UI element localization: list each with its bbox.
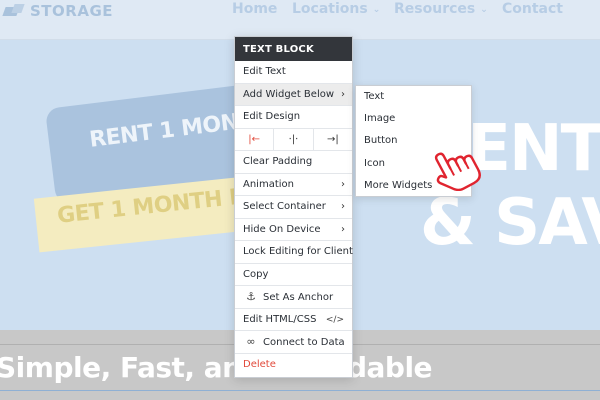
nav-link-contact[interactable]: Contact [502,1,563,17]
menu-item-clear-padding[interactable]: Clear Padding [235,151,352,174]
menu-item-edit-html-css[interactable]: Edit HTML/CSS </> [235,309,352,331]
logo-text: STORAGE [30,2,114,20]
link-icon: ∞ [246,335,256,348]
menu-item-copy[interactable]: Copy [235,264,352,286]
logo-icon [4,4,26,18]
hero-headline-line2[interactable]: & SAVE [420,186,600,260]
context-menu-title: TEXT BLOCK [235,37,352,61]
menu-item-connect-to-data[interactable]: ∞ Connect to Data [235,331,352,354]
menu-item-add-widget-below[interactable]: Add Widget Below › [235,83,352,106]
chevron-right-icon: › [341,178,345,190]
submenu-item-image[interactable]: Image [356,108,471,130]
site-navbar: STORAGE Home Locations ⌄ Resources ⌄ Conta… [0,0,600,40]
alignment-toolbar: |← ⋅|⋅ →| [235,128,352,151]
chevron-down-icon: ⌄ [372,5,381,15]
hand-pointer-icon [434,152,481,191]
nav-link-home[interactable]: Home [232,1,277,17]
menu-item-edit-text[interactable]: Edit Text [235,61,352,84]
menu-item-delete[interactable]: Delete [235,354,352,377]
chevron-right-icon: › [341,201,345,212]
menu-item-lock-editing[interactable]: Lock Editing for Client [235,241,353,264]
site-logo[interactable]: STORAGE [4,2,113,20]
menu-item-animation[interactable]: Animation › [235,174,352,196]
align-left-icon[interactable]: |← [235,128,275,150]
menu-item-hide-on-device[interactable]: Hide On Device › [235,219,352,241]
chevron-right-icon: › [341,88,345,100]
chevron-down-icon: ⌄ [480,5,488,15]
selection-outline [0,390,600,391]
code-icon: </> [325,314,344,325]
menu-item-select-container[interactable]: Select Container › [235,196,352,219]
chevron-right-icon: › [341,223,345,235]
nav-link-resources[interactable]: Resources ⌄ [394,1,488,17]
align-right-icon[interactable]: →| [314,129,352,151]
menu-item-edit-design[interactable]: Edit Design [235,106,352,129]
submenu-item-text[interactable]: Text [356,86,471,108]
tagline-text[interactable]: Simple, Fast, and Affordable [0,351,433,384]
menu-item-set-as-anchor[interactable]: ⚓ Set As Anchor [235,286,352,309]
align-center-icon[interactable]: ⋅|⋅ [274,128,314,150]
anchor-icon: ⚓ [246,290,256,303]
context-menu: TEXT BLOCK Edit Text Add Widget Below › E… [234,36,353,378]
nav-link-locations[interactable]: Locations ⌄ [292,1,380,17]
